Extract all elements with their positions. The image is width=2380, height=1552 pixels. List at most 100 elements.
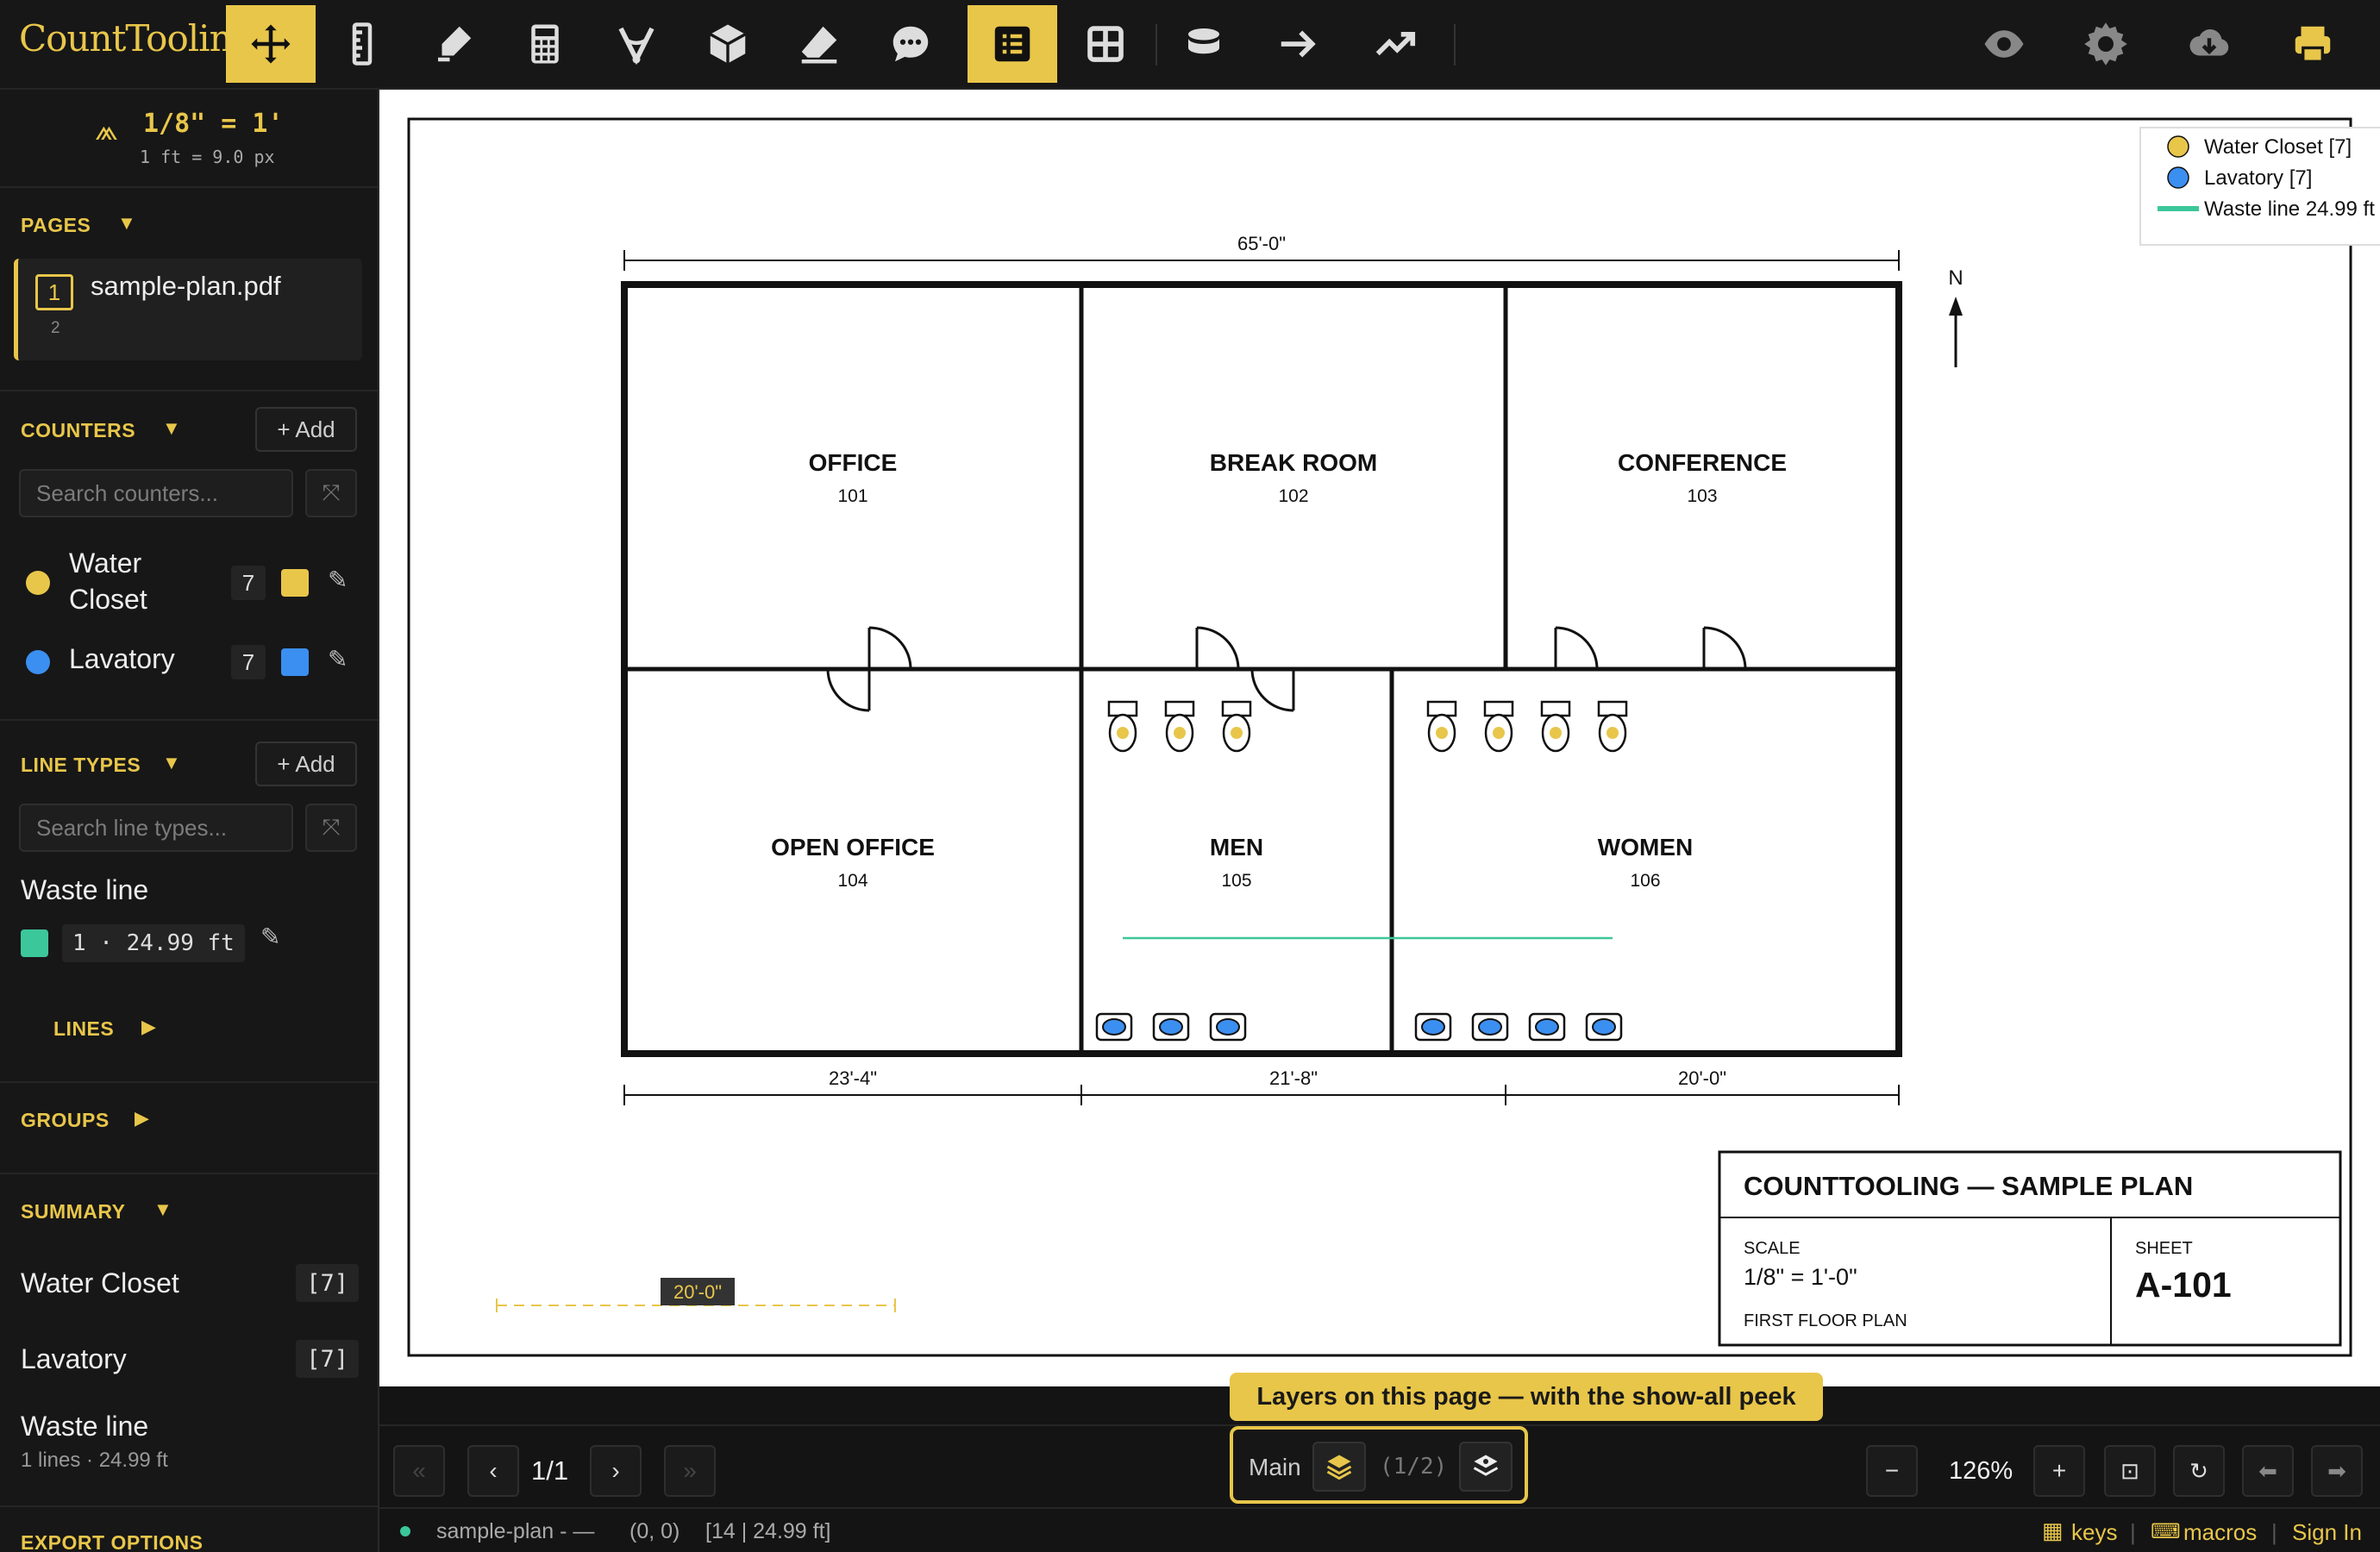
water-closet-fixture[interactable] bbox=[1597, 700, 1628, 753]
water-closet-fixture[interactable] bbox=[1540, 700, 1571, 753]
settings-button[interactable] bbox=[2061, 5, 2151, 83]
color-swatch[interactable] bbox=[281, 648, 309, 676]
counter-item-lavatory[interactable]: Lavatory 7 ✎ bbox=[0, 629, 378, 695]
print-button[interactable] bbox=[2268, 5, 2358, 83]
counter-count: 7 bbox=[231, 645, 266, 679]
waste-line-swatch[interactable] bbox=[21, 929, 48, 957]
water-closet-fixture[interactable] bbox=[1164, 700, 1195, 753]
search-line-types-input[interactable] bbox=[19, 804, 293, 852]
groups-section-title[interactable]: GROUPS bbox=[21, 1109, 110, 1132]
dim-bottom-label: 20'-0" bbox=[1678, 1067, 1726, 1089]
status-coords: (0, 0) bbox=[629, 1519, 680, 1543]
database-tool-button[interactable] bbox=[1159, 5, 1249, 83]
calculator-tool-button[interactable] bbox=[500, 5, 590, 83]
add-line-type-button[interactable]: + Add bbox=[255, 742, 357, 786]
zoom-out-button[interactable]: − bbox=[1866, 1445, 1918, 1497]
water-closet-fixture[interactable] bbox=[1107, 700, 1138, 753]
divider bbox=[0, 186, 378, 188]
legend[interactable]: Water Closet [7] Lavatory [7] Waste line… bbox=[2139, 127, 2380, 246]
zoom-level: 126% bbox=[1949, 1457, 2014, 1485]
add-counter-button[interactable]: + Add bbox=[255, 407, 357, 452]
color-swatch[interactable] bbox=[281, 569, 309, 597]
plan-canvas[interactable]: 65'-0" N OFFICE 101 BREAK ROOM 102 CONFE… bbox=[379, 90, 2380, 1386]
room-name: MEN bbox=[1210, 834, 1263, 860]
collapse-counters-button[interactable]: ⤧ bbox=[305, 469, 357, 517]
summary-section-title[interactable]: SUMMARY bbox=[21, 1200, 125, 1223]
list-tool-button[interactable] bbox=[968, 5, 1057, 83]
line-types-section-title[interactable]: LINE TYPES bbox=[21, 754, 141, 777]
export-options-section-title[interactable]: EXPORT OPTIONS bbox=[21, 1531, 203, 1552]
lines-toggle[interactable]: LINES bbox=[53, 1017, 114, 1041]
legend-entry: Water Closet [7] bbox=[2204, 135, 2352, 159]
summary-item-name: Waste line bbox=[21, 1411, 149, 1442]
first-page-button[interactable]: « bbox=[393, 1445, 445, 1497]
collapse-icon: ⤧ bbox=[322, 814, 341, 840]
lavatory-fixture[interactable] bbox=[1152, 1012, 1190, 1042]
lavatory-fixture[interactable] bbox=[1528, 1012, 1566, 1042]
chevron-right-icon[interactable]: ▶ bbox=[141, 1016, 156, 1038]
database-icon bbox=[1188, 28, 1219, 54]
edit-pencil-icon[interactable]: ✎ bbox=[328, 566, 348, 594]
grid-tool-button[interactable] bbox=[1061, 5, 1150, 83]
eraser-tool-button[interactable] bbox=[774, 5, 864, 83]
show-all-layers-button[interactable] bbox=[1459, 1442, 1513, 1492]
last-page-button[interactable]: » bbox=[664, 1445, 716, 1497]
lavatory-fixture[interactable] bbox=[1095, 1012, 1133, 1042]
lavatory-fixture[interactable] bbox=[1585, 1012, 1623, 1042]
trend-tool-button[interactable] bbox=[1350, 5, 1440, 83]
separator: | bbox=[2271, 1519, 2277, 1545]
room-name: WOMEN bbox=[1598, 834, 1693, 860]
fit-to-page-button[interactable]: ⊡ bbox=[2104, 1445, 2156, 1497]
comment-tool-button[interactable] bbox=[866, 5, 955, 83]
angle-tool-button[interactable] bbox=[592, 5, 681, 83]
line-type-name[interactable]: Waste line bbox=[21, 874, 148, 906]
arrow-tool-button[interactable] bbox=[1254, 5, 1343, 83]
3d-tool-button[interactable] bbox=[683, 5, 773, 83]
redo-button[interactable]: ➡ bbox=[2311, 1445, 2363, 1497]
highlighter-tool-button[interactable] bbox=[409, 5, 498, 83]
list-icon bbox=[994, 26, 1030, 62]
water-closet-marker bbox=[1117, 727, 1129, 739]
view-toggle-button[interactable] bbox=[1959, 5, 2049, 83]
collapse-line-types-button[interactable]: ⤧ bbox=[305, 804, 357, 852]
water-closet-fixture[interactable] bbox=[1483, 700, 1514, 753]
layers-control[interactable]: Main (1/2) bbox=[1230, 1426, 1528, 1504]
macros-link[interactable]: macros bbox=[2183, 1519, 2257, 1546]
chevron-down-icon[interactable]: ▼ bbox=[162, 752, 181, 774]
arrow-right-icon bbox=[1281, 30, 1316, 58]
chevron-down-icon[interactable]: ▼ bbox=[117, 212, 136, 235]
zoom-in-button[interactable]: + bbox=[2033, 1445, 2085, 1497]
cloud-download-button[interactable] bbox=[2164, 5, 2254, 83]
lavatory-fixture[interactable] bbox=[1414, 1012, 1452, 1042]
next-page-button[interactable]: › bbox=[590, 1445, 642, 1497]
page-item[interactable]: 1 sample-plan.pdf 2 bbox=[14, 259, 362, 360]
edit-pencil-icon[interactable]: ✎ bbox=[260, 923, 280, 951]
lavatory-fixture[interactable] bbox=[1209, 1012, 1247, 1042]
chevron-down-icon[interactable]: ▼ bbox=[153, 1198, 172, 1221]
counters-section-title[interactable]: COUNTERS bbox=[21, 419, 135, 442]
ruler-tool-button[interactable] bbox=[317, 5, 407, 83]
room-name: OFFICE bbox=[809, 449, 898, 476]
water-closet-fixture[interactable] bbox=[1221, 700, 1252, 753]
edit-pencil-icon[interactable]: ✎ bbox=[328, 645, 348, 673]
chevron-right-icon[interactable]: ▶ bbox=[135, 1107, 149, 1130]
chevron-down-icon[interactable]: ▼ bbox=[162, 417, 181, 440]
floor-plan-drawing[interactable]: 65'-0" N OFFICE 101 BREAK ROOM 102 CONFE… bbox=[379, 90, 2380, 1386]
keys-link[interactable]: keys bbox=[2071, 1519, 2117, 1546]
pages-section-title[interactable]: PAGES bbox=[21, 214, 91, 237]
room-name: OPEN OFFICE bbox=[771, 834, 935, 860]
water-closet-fixture[interactable] bbox=[1426, 700, 1457, 753]
water-closet-marker bbox=[1231, 727, 1243, 739]
search-counters-input[interactable] bbox=[19, 469, 293, 517]
layers-button[interactable] bbox=[1312, 1442, 1366, 1492]
sign-in-link[interactable]: Sign In bbox=[2292, 1519, 2362, 1546]
lavatory-marker bbox=[1478, 1018, 1502, 1036]
trend-icon bbox=[1375, 31, 1416, 56]
undo-button[interactable]: ⬅ bbox=[2242, 1445, 2294, 1497]
lavatory-fixture[interactable] bbox=[1471, 1012, 1509, 1042]
move-tool-button[interactable] bbox=[226, 5, 316, 83]
prev-page-button[interactable]: ‹ bbox=[467, 1445, 519, 1497]
status-file: sample-plan - — bbox=[436, 1519, 595, 1543]
counter-item-water-closet[interactable]: Water Closet 7 ✎ bbox=[0, 538, 378, 621]
rotate-button[interactable]: ↻ bbox=[2173, 1445, 2225, 1497]
